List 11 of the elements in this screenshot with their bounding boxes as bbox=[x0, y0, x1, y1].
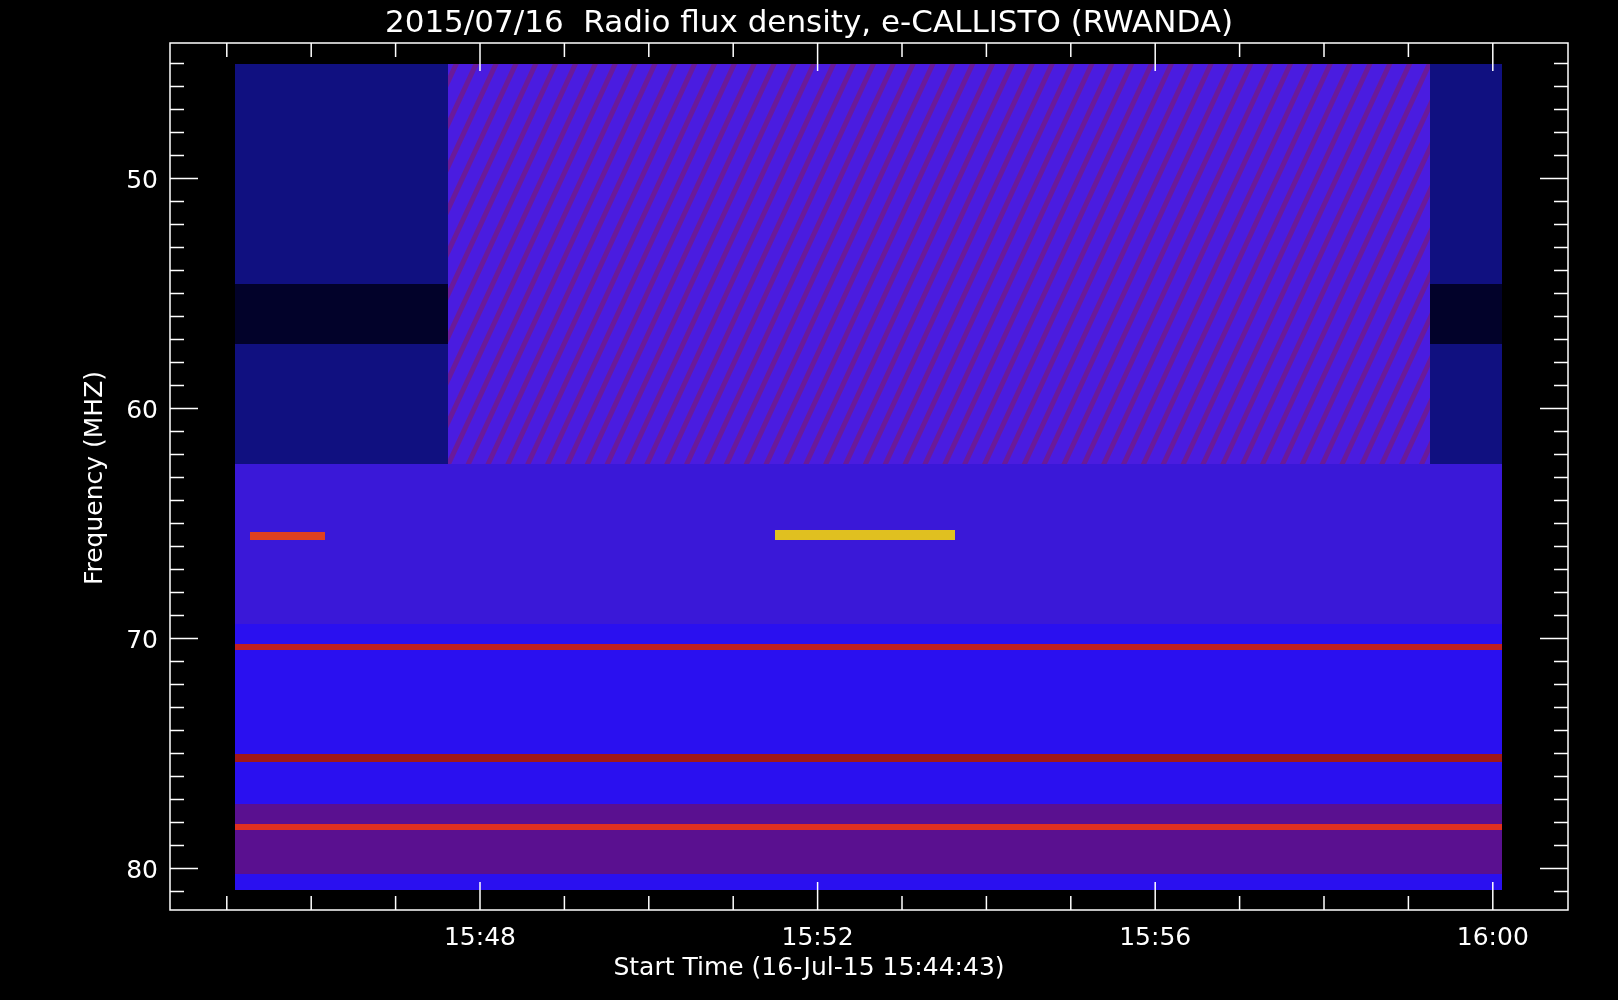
tick-label: 15:48 bbox=[444, 922, 516, 951]
tick-label: 80 bbox=[126, 854, 158, 884]
axis-label: Start Time (16-Jul-15 15:44:43) bbox=[613, 952, 1005, 981]
tick-label: 15:52 bbox=[781, 922, 854, 951]
axis-label: Frequency (MHZ) bbox=[79, 370, 108, 586]
chart-title: 2015/07/16 Radio flux density, e-CALLISTO (RWANDA) bbox=[384, 3, 1234, 39]
tick-label: 16:00 bbox=[1456, 922, 1529, 951]
tick-label: 70 bbox=[126, 624, 158, 654]
tick-label: 15:56 bbox=[1119, 922, 1192, 951]
tick-label: 60 bbox=[126, 394, 158, 424]
tick-label: 50 bbox=[126, 164, 158, 194]
